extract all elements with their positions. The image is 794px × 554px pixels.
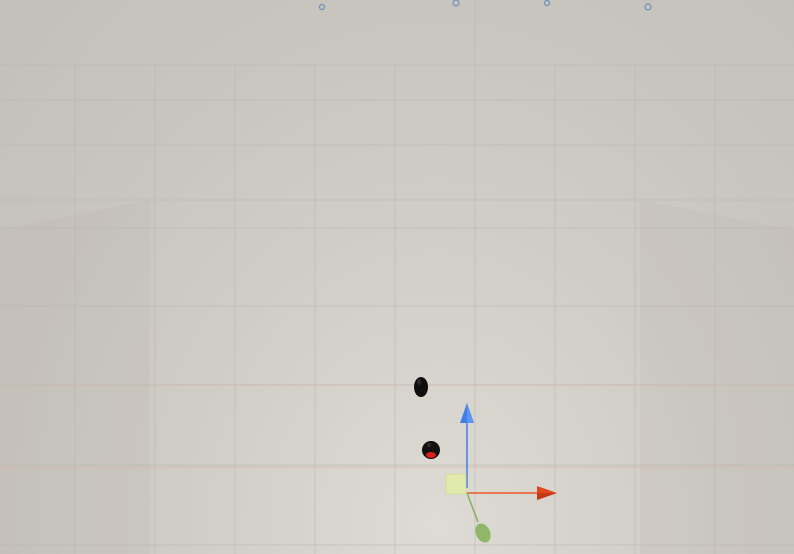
shading-band <box>0 200 150 554</box>
camera-marker-icon[interactable] <box>644 3 652 11</box>
camera-markers <box>318 0 652 11</box>
scene-viewport[interactable] <box>0 0 794 554</box>
floor-shading <box>0 200 794 554</box>
camera-marker-icon[interactable] <box>318 3 326 11</box>
xy-plane-handle-icon[interactable] <box>445 473 467 495</box>
camera-marker-icon[interactable] <box>543 0 551 7</box>
sphere-object-red-glow[interactable] <box>422 441 440 459</box>
y-axis-arrow-icon[interactable] <box>460 403 474 423</box>
x-axis-arrow-icon[interactable] <box>537 486 557 500</box>
shading-band <box>640 200 794 554</box>
move-gizmo[interactable] <box>445 403 557 545</box>
scene-canvas[interactable] <box>0 0 794 554</box>
z-axis-line[interactable] <box>466 492 479 523</box>
ellipsoid-object[interactable] <box>414 377 428 397</box>
camera-marker-icon[interactable] <box>452 0 460 7</box>
z-axis-handle-icon[interactable] <box>472 521 493 545</box>
grid-verticals <box>74 0 716 554</box>
